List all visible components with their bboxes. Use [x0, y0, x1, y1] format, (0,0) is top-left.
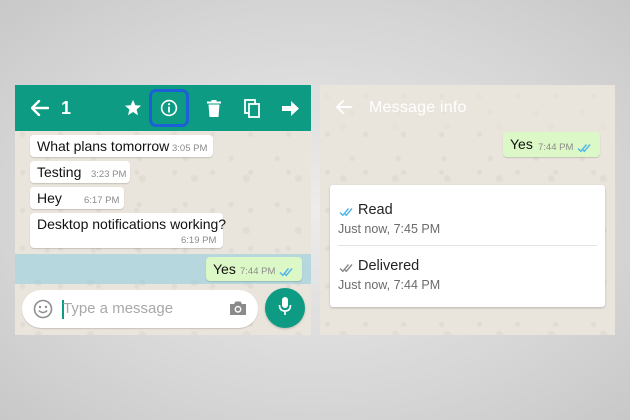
message-time: 7:44 PM	[538, 142, 574, 153]
read-time: Just now, 7:45 PM	[338, 222, 441, 236]
info-icon[interactable]	[159, 85, 179, 131]
message-text: Hey	[37, 190, 62, 206]
delivered-time: Just now, 7:44 PM	[338, 278, 441, 292]
forward-icon[interactable]	[279, 85, 301, 131]
double-check-icon	[279, 264, 294, 280]
delete-icon[interactable]	[204, 85, 224, 131]
message-text: Desktop notifications working?	[37, 216, 227, 232]
mic-icon	[278, 296, 292, 321]
message-input-placeholder: Type a message	[63, 300, 174, 317]
message-text: Testing	[37, 164, 82, 180]
message-bubble[interactable]: What plans tomorrow 3:05 PM	[30, 135, 213, 157]
message-time: 3:05 PM	[172, 143, 208, 154]
message-text: What plans tomorrow	[37, 138, 170, 154]
message-bubble[interactable]: Hey 6:17 PM	[30, 187, 124, 209]
back-arrow-icon[interactable]	[336, 99, 352, 119]
message-time: 7:44 PM	[240, 266, 276, 277]
message-bubble[interactable]: Desktop notifications working? 6:19 PM	[30, 213, 227, 248]
chat-screen: 1 What plans tomorrow 3:05 PM Testing 3:…	[15, 85, 311, 335]
read-label: Read	[358, 202, 393, 218]
selection-action-bar: 1	[15, 85, 311, 131]
read-double-check-icon	[339, 204, 354, 222]
message-time: 6:19 PM	[181, 235, 217, 246]
delivered-double-check-icon	[339, 260, 354, 278]
message-bubble[interactable]: Testing 3:23 PM	[30, 161, 130, 183]
message-info-header: Message info	[320, 85, 615, 131]
star-icon[interactable]	[121, 85, 145, 131]
message-text: Yes	[510, 136, 533, 152]
divider	[338, 245, 597, 246]
sent-message-bubble: Yes 7:44 PM	[503, 132, 600, 157]
receipt-status-card: Read Just now, 7:45 PM Delivered Just no…	[330, 185, 605, 307]
delivered-label: Delivered	[358, 258, 420, 274]
sent-message-bubble[interactable]: Yes 7:44 PM	[206, 257, 302, 281]
copy-icon[interactable]	[241, 85, 263, 131]
emoji-icon[interactable]	[33, 299, 53, 324]
back-arrow-icon[interactable]	[25, 85, 55, 131]
page-title: Message info	[369, 99, 467, 116]
message-info-screen: Message info Yes 7:44 PM Read Just now, …	[320, 85, 615, 335]
message-text: Yes	[213, 261, 236, 277]
mic-button[interactable]	[265, 288, 305, 328]
camera-icon[interactable]	[229, 300, 247, 321]
message-time: 6:17 PM	[84, 195, 120, 206]
message-time: 3:23 PM	[91, 169, 127, 180]
message-input[interactable]: Type a message	[22, 290, 258, 328]
double-check-icon	[577, 140, 592, 156]
selected-count: 1	[61, 98, 72, 118]
